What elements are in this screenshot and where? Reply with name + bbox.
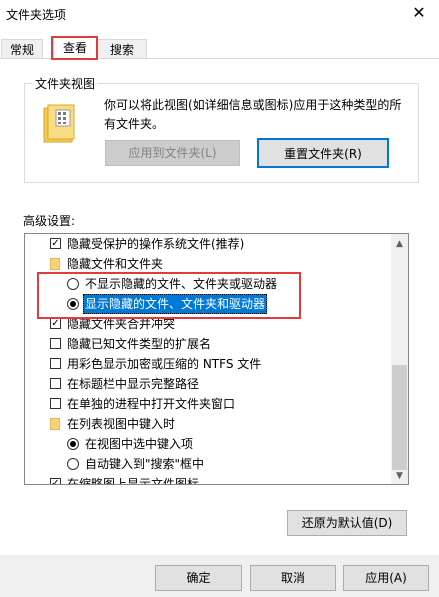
list-item-label: 在视图中选中键入项 — [85, 437, 194, 451]
folder-views-description: 你可以将此视图(如详细信息或图标)应用于这种类型的所有文件夹。 — [104, 98, 402, 131]
checkbox-unchecked-icon[interactable] — [50, 358, 61, 369]
ok-button[interactable]: 确定 — [155, 565, 242, 591]
folder-view-icon — [42, 104, 78, 144]
advanced-settings-label: 高级设置: — [23, 214, 76, 228]
folder-icon — [50, 418, 60, 430]
list-item-label: 用彩色显示加密或压缩的 NTFS 文件 — [67, 357, 262, 371]
list-item-label: 隐藏已知文件类型的扩展名 — [67, 337, 212, 351]
checkbox-checked-icon[interactable]: ✓ — [50, 318, 61, 329]
folder-icon — [50, 258, 60, 270]
cancel-button[interactable]: 取消 — [250, 565, 336, 591]
checkbox-checked-icon[interactable]: ✓ — [50, 238, 61, 249]
window-title: 文件夹选项 — [6, 8, 67, 22]
apply-button[interactable]: 应用(A) — [343, 565, 429, 591]
list-item-label: 隐藏受保护的操作系统文件(推荐) — [67, 237, 245, 251]
list-item-label: 在缩略图上显示文件图标 — [67, 477, 200, 485]
annotation-highlight-hidden-files — [37, 272, 301, 319]
checkbox-unchecked-icon[interactable] — [50, 398, 61, 409]
list-item-label: 自动键入到"搜索"框中 — [85, 457, 205, 471]
scroll-up-arrow-icon[interactable]: ▲ — [391, 236, 408, 252]
tab-search[interactable]: 搜索 — [97, 39, 147, 60]
reset-folders-button[interactable]: 重置文件夹(R) — [257, 138, 389, 168]
radio-unselected-icon[interactable] — [67, 458, 79, 470]
apply-to-folders-button[interactable]: 应用到文件夹(L) — [105, 140, 240, 166]
checkbox-unchecked-icon[interactable] — [50, 378, 61, 389]
list-item-label: 在列表视图中键入时 — [67, 417, 176, 431]
close-button[interactable]: ✕ — [404, 2, 434, 24]
list-item-label: 在标题栏中显示完整路径 — [67, 377, 200, 391]
advanced-settings-list[interactable]: ✓ 隐藏受保护的操作系统文件(推荐) 隐藏文件和文件夹 不显示隐藏的文件、文件夹… — [24, 233, 409, 485]
radio-selected-icon[interactable] — [67, 438, 79, 450]
folder-views-legend: 文件夹视图 — [32, 75, 99, 92]
scroll-down-arrow-icon[interactable]: ▼ — [391, 468, 408, 484]
list-item-label: 隐藏文件和文件夹 — [67, 257, 164, 271]
restore-defaults-button[interactable]: 还原为默认值(D) — [287, 510, 407, 536]
checkbox-checked-icon[interactable]: ✓ — [50, 478, 61, 484]
tab-general[interactable]: 常规 — [1, 39, 43, 60]
checkbox-unchecked-icon[interactable] — [50, 338, 61, 349]
annotation-highlight-tab — [51, 36, 98, 60]
list-item-label: 在单独的进程中打开文件夹窗口 — [67, 397, 236, 411]
scrollbar-thumb[interactable] — [392, 365, 407, 470]
